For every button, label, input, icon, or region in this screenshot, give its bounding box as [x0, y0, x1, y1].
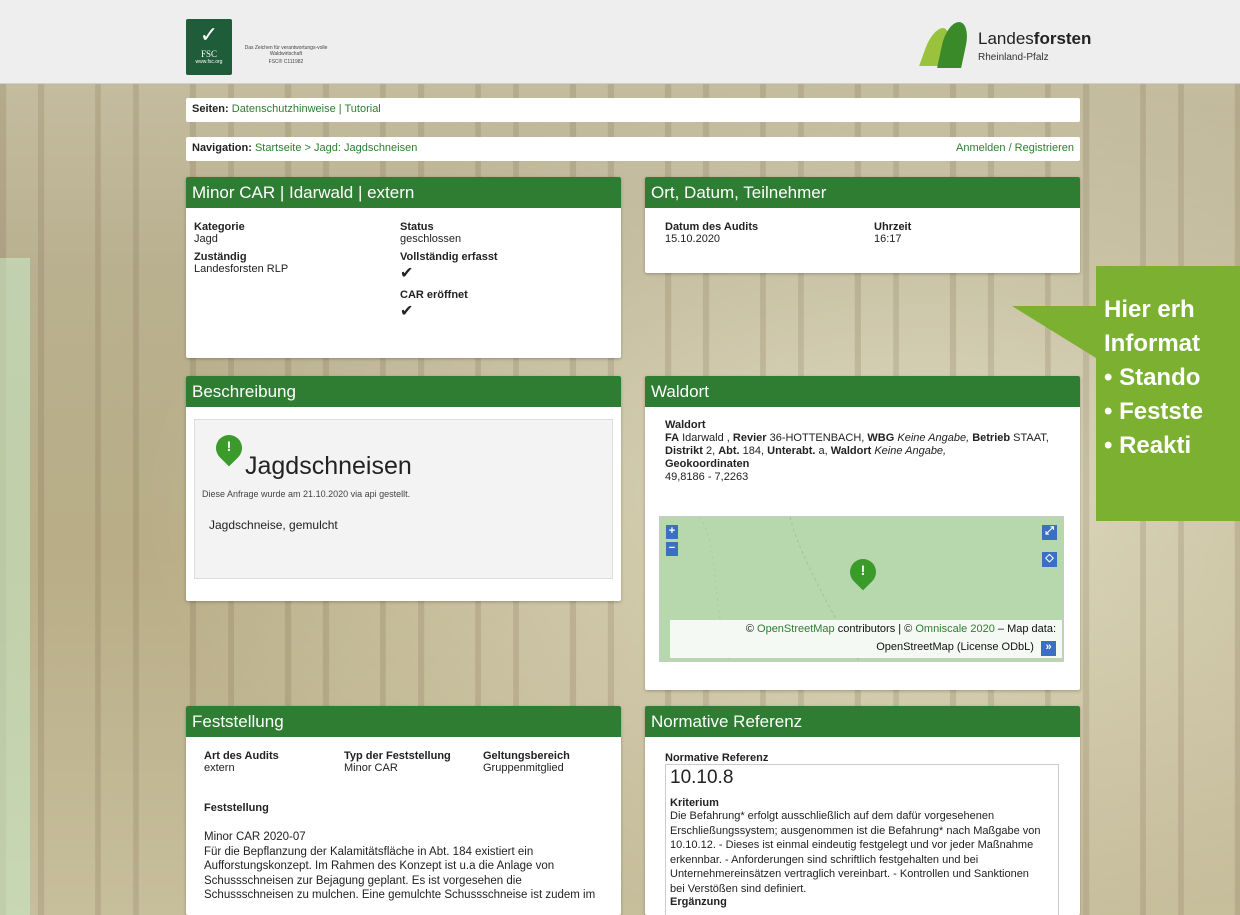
ergaenzung-label: Ergänzung	[670, 896, 727, 908]
geltung-label: Geltungsbereich	[483, 750, 570, 762]
brand-subtitle: Rheinland-Pfalz	[978, 52, 1049, 63]
navigation-bar: Navigation: Startseite > Jagd: Jagdschne…	[186, 137, 1080, 161]
kriterium-text: Die Befahrung* erfolgt ausschließlich au…	[670, 810, 1041, 895]
link-tutorial[interactable]: Tutorial	[344, 103, 380, 115]
waldort-line-1: FA Idarwald , Revier 36-HOTTENBACH, WBG …	[665, 432, 1049, 444]
vollstaendig-label: Vollständig erfasst	[400, 251, 498, 263]
uhrzeit-label: Uhrzeit	[874, 221, 912, 233]
callout-line-2: Informat	[1104, 330, 1200, 357]
breadcrumb-separator: >	[304, 142, 311, 154]
kategorie-value: Jagd	[194, 233, 218, 245]
car-eroeffnet-check-icon: ✔	[400, 303, 414, 320]
fsc-logo[interactable]: ✓ FSC www.fsc.org	[186, 19, 232, 75]
landesforsten-leaf-icon	[919, 20, 972, 70]
beschreibung-text: Jagdschneise, gemulcht	[209, 518, 338, 532]
car-panel-title: Minor CAR | Idarwald | extern	[186, 177, 621, 208]
geltung-value: Gruppenmitglied	[483, 762, 564, 774]
breadcrumb-home[interactable]: Startseite	[255, 142, 301, 154]
beschreibung-heading: Jagdschneisen	[245, 452, 412, 480]
alert-pin-icon: !	[210, 429, 248, 467]
feststellung-label: Feststellung	[204, 802, 269, 814]
typ-label: Typ der Feststellung	[344, 750, 451, 762]
left-background-strip	[0, 258, 30, 915]
datum-value: 15.10.2020	[665, 233, 721, 245]
zoom-in-button[interactable]: +	[666, 525, 678, 539]
omniscale-link[interactable]: Omniscale 2020	[915, 623, 995, 635]
uhrzeit-value: 16:17	[874, 233, 902, 245]
normative-ref-label: Normative Referenz	[665, 752, 769, 764]
navigation-label: Navigation:	[192, 142, 252, 154]
map-attribution: © OpenStreetMap contributors | © Omnisca…	[670, 620, 1062, 658]
art-label: Art des Audits	[204, 750, 279, 762]
brand-name: Landesforsten	[978, 29, 1092, 48]
normative-ref-box: 10.10.8 Kriterium Die Befahrung* erfolgt…	[665, 764, 1059, 915]
fsc-logo-web: www.fsc.org	[195, 59, 223, 65]
waldort-details: Waldort FA Idarwald , Revier 36-HOTTENBA…	[665, 419, 1070, 484]
typ-value: Minor CAR	[344, 762, 398, 774]
tutorial-callout: Hier erh Informat • Stando • Festste • R…	[1096, 266, 1240, 521]
beschreibung-meta: Diese Anfrage wurde am 21.10.2020 via ap…	[202, 489, 411, 499]
map[interactable]: + − ⤢ ◇ ! © OpenStreetMap contributors |…	[659, 516, 1064, 662]
normative-panel-title: Normative Referenz	[645, 706, 1080, 737]
normative-panel: Normative Referenz Normative Referenz 10…	[645, 706, 1080, 915]
car-panel: Minor CAR | Idarwald | extern Kategorie …	[186, 177, 621, 358]
login-register-link[interactable]: Anmelden / Registrieren	[956, 137, 1074, 159]
fsc-tagline: Das Zeichen für verantwortungs-volle Wal…	[236, 45, 336, 65]
pages-bar: Seiten: Datenschutzhinweise | Tutorial	[186, 98, 1080, 122]
beschreibung-panel: Beschreibung ! Jagdschneisen Diese Anfra…	[186, 376, 621, 601]
pages-separator: |	[338, 103, 342, 115]
feststellung-panel: Feststellung Art des Audits extern Typ d…	[186, 706, 621, 915]
status-label: Status	[400, 221, 434, 233]
layers-icon[interactable]: ◇	[1042, 552, 1057, 567]
callout-line-1: Hier erh	[1104, 296, 1195, 323]
callout-line-3: • Stando	[1104, 364, 1201, 391]
zoom-out-button[interactable]: −	[666, 542, 678, 556]
breadcrumb-current[interactable]: Jagd: Jagdschneisen	[314, 142, 417, 154]
vollstaendig-check-icon: ✔	[400, 265, 414, 282]
feststellung-text: Minor CAR 2020-07 Für die Bepflanzung de…	[204, 831, 596, 901]
feststellung-panel-title: Feststellung	[186, 706, 621, 737]
link-datenschutz[interactable]: Datenschutzhinweise	[232, 103, 336, 115]
pages-label: Seiten:	[192, 103, 229, 115]
ort-panel: Ort, Datum, Teilnehmer Datum des Audits …	[645, 177, 1080, 273]
normative-ref-value: 10.10.8	[670, 767, 734, 788]
callout-line-4: • Festste	[1104, 398, 1204, 425]
map-marker-icon[interactable]: !	[844, 553, 882, 591]
beschreibung-panel-title: Beschreibung	[186, 376, 621, 407]
kategorie-label: Kategorie	[194, 221, 245, 233]
map-attribution-line-2: OpenStreetMap (License ODbL) »	[670, 638, 1056, 656]
waldort-panel: Waldort Waldort FA Idarwald , Revier 36-…	[645, 376, 1080, 690]
fullscreen-icon[interactable]: ⤢	[1042, 525, 1057, 540]
status-value: geschlossen	[400, 233, 462, 245]
callout-pointer	[1012, 306, 1096, 358]
beschreibung-box: ! Jagdschneisen Diese Anfrage wurde am 2…	[194, 419, 613, 579]
map-attribution-line-1: © OpenStreetMap contributors | © Omnisca…	[745, 623, 1056, 635]
site-header: ✓ FSC www.fsc.org Das Zeichen für verant…	[0, 0, 1240, 84]
kriterium-label: Kriterium	[670, 797, 719, 809]
fsc-code: FSC® C111982	[268, 59, 304, 65]
art-value: extern	[204, 762, 235, 774]
osm-link[interactable]: OpenStreetMap	[757, 623, 835, 635]
zustaendig-value: Landesforsten RLP	[194, 263, 289, 275]
ort-panel-title: Ort, Datum, Teilnehmer	[645, 177, 1080, 208]
fsc-tree-icon: ✓	[199, 22, 219, 47]
waldort-label: Waldort	[665, 419, 706, 431]
landesforsten-logo[interactable]: Landesforsten Rheinland-Pfalz	[919, 20, 1091, 70]
datum-label: Datum des Audits	[665, 221, 759, 233]
callout-line-5: • Reakti	[1104, 432, 1192, 459]
zustaendig-label: Zuständig	[194, 251, 247, 263]
geo-value: 49,8186 - 7,2263	[665, 471, 749, 483]
attribution-toggle-button[interactable]: »	[1041, 641, 1056, 656]
fsc-logo-text: FSC	[200, 49, 217, 59]
car-eroeffnet-label: CAR eröffnet	[400, 289, 468, 301]
fsc-tagline-text: Das Zeichen für verantwortungs-volle Wal…	[244, 45, 328, 57]
geo-label: Geokoordinaten	[665, 458, 750, 470]
waldort-panel-title: Waldort	[645, 376, 1080, 407]
waldort-line-2: Distrikt 2, Abt. 184, Unterabt. a, Waldo…	[665, 445, 947, 457]
